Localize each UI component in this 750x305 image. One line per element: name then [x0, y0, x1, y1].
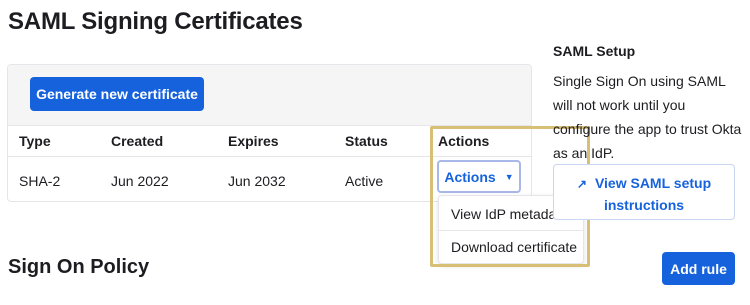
- generate-certificate-button[interactable]: Generate new certificate: [30, 77, 204, 111]
- column-header-status: Status: [345, 133, 388, 149]
- cell-created: Jun 2022: [111, 173, 169, 189]
- cell-status: Active: [345, 173, 384, 189]
- column-header-actions: Actions: [438, 133, 490, 149]
- panel-header: Generate new certificate: [8, 65, 531, 126]
- column-header-created: Created: [111, 133, 164, 149]
- page-title: SAML Signing Certificates: [8, 8, 303, 35]
- row-divider: [8, 156, 531, 157]
- menu-item-download-certificate[interactable]: Download certificate: [451, 239, 577, 255]
- view-saml-setup-button[interactable]: ↗ View SAML setup instructions: [553, 164, 735, 220]
- sign-on-policy-title: Sign On Policy: [8, 256, 150, 278]
- column-header-expires: Expires: [228, 133, 279, 149]
- external-link-icon: ↗: [576, 177, 587, 191]
- menu-divider: [439, 230, 583, 231]
- cell-expires: Jun 2032: [228, 173, 286, 189]
- view-saml-setup-label: View SAML setup instructions: [594, 175, 712, 213]
- caret-down-icon: ▼: [504, 171, 514, 182]
- actions-label: Actions: [444, 168, 496, 185]
- saml-setup-description: Single Sign On using SAML will not work …: [553, 73, 742, 161]
- actions-dropdown-button[interactable]: Actions ▼: [437, 160, 521, 193]
- menu-item-view-idp-metadata[interactable]: View IdP metadata: [451, 206, 568, 222]
- saml-setup-title: SAML Setup: [553, 43, 636, 59]
- add-rule-button[interactable]: Add rule: [662, 252, 735, 285]
- column-header-type: Type: [19, 133, 51, 149]
- cell-type: SHA-2: [19, 173, 61, 189]
